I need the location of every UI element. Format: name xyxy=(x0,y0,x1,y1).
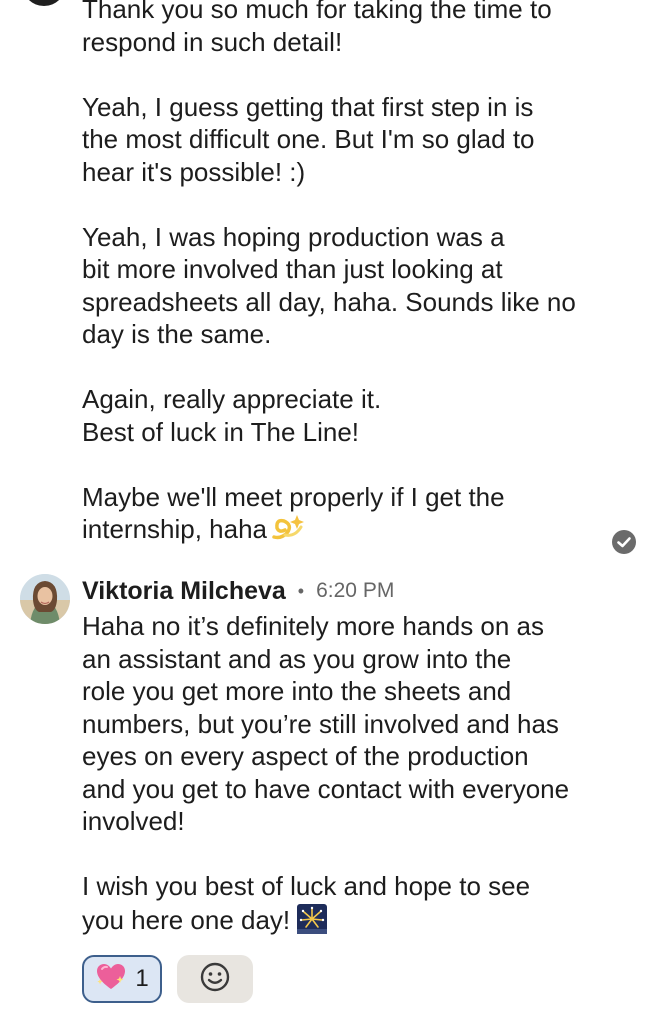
message-1-text: Thank you so much for taking the time to… xyxy=(82,0,576,544)
separator-dot: • xyxy=(297,580,305,601)
avatar[interactable] xyxy=(20,574,70,624)
sparkling-heart-icon xyxy=(95,962,127,997)
add-reaction-button[interactable] xyxy=(177,955,253,1003)
read-check-icon xyxy=(612,530,636,554)
message-1: Thank you so much for taking the time to… xyxy=(82,0,622,549)
timestamp: 6:20 PM xyxy=(316,579,395,602)
message-2-text: Haha no it’s definitely more hands on as… xyxy=(82,611,570,935)
reaction-count: 1 xyxy=(135,965,149,992)
fireworks-icon xyxy=(296,903,328,943)
reaction-chip[interactable]: 1 xyxy=(82,955,162,1003)
message-2: Haha no it’s definitely more hands on as… xyxy=(82,610,622,942)
smiley-face-icon xyxy=(199,961,231,998)
dizzy-sparkle-icon xyxy=(271,513,305,549)
sender-name[interactable]: Viktoria Milcheva xyxy=(82,577,286,606)
previous-sender-avatar[interactable] xyxy=(22,0,66,6)
message-2-header: Viktoria Milcheva • 6:20 PM xyxy=(82,575,394,607)
